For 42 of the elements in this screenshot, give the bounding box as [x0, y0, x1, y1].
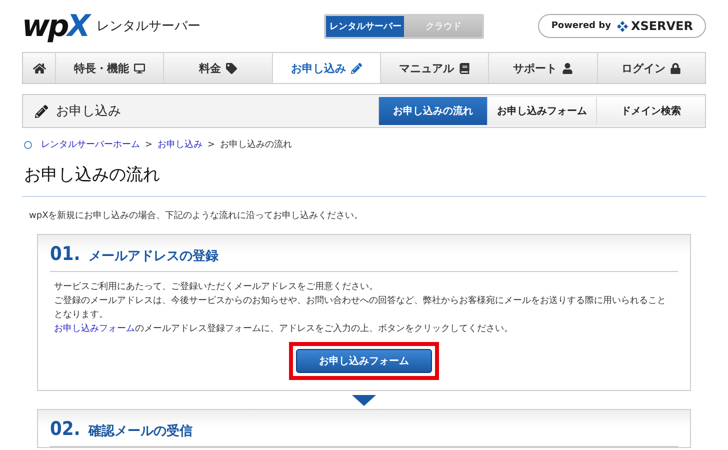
logo[interactable]: wpX — [22, 8, 88, 44]
nav-item[interactable]: サポート — [489, 53, 598, 83]
step-number: 02. — [50, 418, 80, 440]
intro-text: wpXを新規にお申し込みの場合、下記のような流れに沿ってお申し込みください。 — [29, 210, 364, 222]
nav-item[interactable]: ログイン — [598, 53, 705, 83]
section-tab[interactable]: お申し込みフォーム — [487, 97, 596, 125]
nav-item[interactable]: 特長・機能 — [56, 53, 164, 83]
step-number: 01. — [50, 243, 80, 265]
user-icon — [562, 62, 573, 74]
book-icon — [459, 62, 470, 74]
step-text: サービスご利用にあたって、ご登録いただくメールアドレスをご用意ください。 — [54, 280, 379, 294]
monitor-icon — [134, 62, 146, 74]
logo-subtitle: レンタルサーバー — [96, 18, 200, 35]
down-arrow-icon — [352, 395, 376, 406]
pencil-icon — [350, 62, 362, 74]
lock-icon — [670, 62, 682, 74]
breadcrumb-link[interactable]: お申し込み — [158, 138, 203, 151]
nav-item[interactable]: お申し込み — [272, 53, 381, 83]
breadcrumb-separator: > — [208, 140, 216, 150]
step-text: お申し込みフォームのメールアドレス登録フォームに、アドレスをご入力の上、ボタンをクリックしてください。 — [54, 322, 514, 336]
nav-item[interactable]: 料金 — [164, 53, 273, 83]
step-title: メールアドレスの登録 — [88, 248, 218, 265]
form-link[interactable]: お申し込みフォーム — [54, 324, 135, 334]
step-title: 確認メールの受信 — [88, 422, 192, 440]
pencil-icon — [35, 104, 48, 118]
section-tab[interactable]: ドメイン検索 — [596, 97, 705, 125]
form-button[interactable]: お申し込みフォーム — [296, 349, 432, 373]
diamond-logo-icon — [616, 20, 628, 32]
bullet-icon — [24, 140, 32, 148]
home-icon — [32, 62, 46, 74]
product-tab[interactable]: レンタルサーバー — [326, 16, 404, 36]
tag-icon — [226, 62, 237, 74]
step-text: ご登録のメールアドレスは、今後サービスからのお知らせや、お問い合わせへの回答など、弊社からお客様宛にメールをお送りする際に用いられることとなります。 — [54, 294, 667, 322]
nav-item[interactable] — [23, 53, 56, 83]
nav-item[interactable]: マニュアル — [380, 53, 490, 83]
powered-by-link[interactable]: Powered by XSERVER — [538, 14, 706, 38]
page-title: お申し込みの流れ — [22, 163, 706, 197]
section-tab[interactable]: お申し込みの流れ — [378, 97, 487, 125]
breadcrumb-separator: > — [145, 140, 153, 150]
breadcrumb-current: お申し込みの流れ — [220, 138, 292, 151]
breadcrumb-link[interactable]: レンタルサーバーホーム — [41, 138, 140, 151]
section-title: お申し込み — [56, 103, 121, 120]
